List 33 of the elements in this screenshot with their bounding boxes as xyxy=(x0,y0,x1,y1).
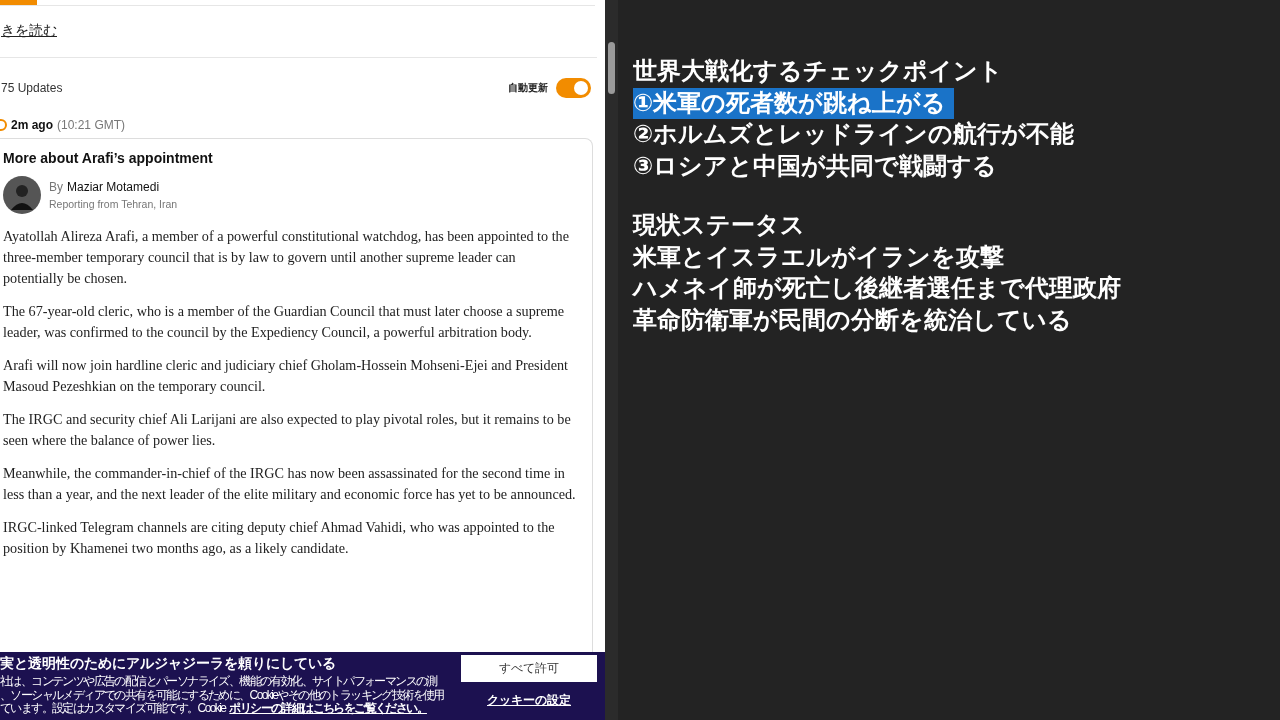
note-line: ハメネイ師が死亡し後継者選任まで代理政府 xyxy=(633,273,1121,304)
update-title: More about Arafi’s appointment xyxy=(3,150,214,166)
paragraph: The 67-year-old cleric, who is a member of the Guardian Council that must later choose a supreme leader, was confirmed to the council by the Expediency Council, a powerful arbitration body. xyxy=(3,302,566,342)
tab-indicator xyxy=(0,0,37,5)
banner-text: ています。設定はカスタマイズ可能です。Cookie xyxy=(0,702,226,716)
banner-text: 社は、コンテンツや広告の配信とパーソナライズ、機能の有効化、サイトパフォーマンスの測 xyxy=(0,675,439,689)
banner-title: 実と透明性のためにアルジャジーラを頼りにしている xyxy=(0,655,337,673)
note-line: 現状ステータス xyxy=(633,210,805,241)
banner-text: 、ソーシャルメディアでの共有を可能にするために、Cookieやその他のトラッキング技術を使用 xyxy=(0,688,444,702)
location: Reporting from Tehran, Iran xyxy=(49,198,178,210)
author-link[interactable]: Maziar Motamedi xyxy=(67,180,160,194)
cookie-settings-link[interactable]: クッキーの設定 xyxy=(487,692,571,709)
note-line: ②ホルムズとレッドラインの航行が不能 xyxy=(633,119,1075,150)
note-line: 世界大戦化するチェックポイント xyxy=(633,56,1003,87)
paragraph: The IRGC and security chief Ali Larijani are also expected to play pivotal roles, but it remains to be seen where the balance of power lies. xyxy=(3,410,572,450)
timestamp: (10:21 GMT) xyxy=(57,118,126,132)
read-more-link[interactable]: きを読む xyxy=(1,22,57,40)
policy-link[interactable]: ポリシーの詳細はこちらをご覧ください。 xyxy=(229,702,427,716)
time-ago: 2m ago xyxy=(11,118,53,132)
byline-prefix: By xyxy=(49,180,63,194)
paragraph: IRGC-linked Telegram channels are citing deputy chief Ahmad Vahidi, who was appointed to the position by Khamenei two months ago, as a likely candidate. xyxy=(3,518,556,558)
note-line: 革命防衛軍が民間の分断を統治している xyxy=(633,304,1072,336)
scrollbar[interactable] xyxy=(605,0,618,720)
note-line: ③ロシアと中国が共同で戦闘する xyxy=(633,150,998,182)
paragraph: Arafi will now join hardline cleric and judiciary chief Gholam-Hossein Mohseni-Ejei and President Masoud Pezeshkian on the temporary council. xyxy=(3,356,569,396)
paragraph: Ayatollah Alireza Arafi, a member of a powerful constitutional watchdog, has been appointed to the three-member temporary council that is by law to govern until another supreme leader can potentially be chosen. xyxy=(3,227,570,288)
avatar xyxy=(3,176,41,214)
accept-all-button[interactable]: すべて許可 xyxy=(461,655,597,682)
note-line: 米軍とイスラエルがイランを攻撃 xyxy=(633,241,1004,273)
auto-update-label: 自動更新 xyxy=(508,81,548,95)
paragraph: Meanwhile, the commander-in-chief of the IRGC has now been assassinated for the second time in less than a year, and the next leader of the elite military and economic force has yet to be announced. xyxy=(3,464,577,504)
auto-update-toggle[interactable] xyxy=(556,78,591,98)
updates-count: 75 Updates xyxy=(1,81,63,95)
